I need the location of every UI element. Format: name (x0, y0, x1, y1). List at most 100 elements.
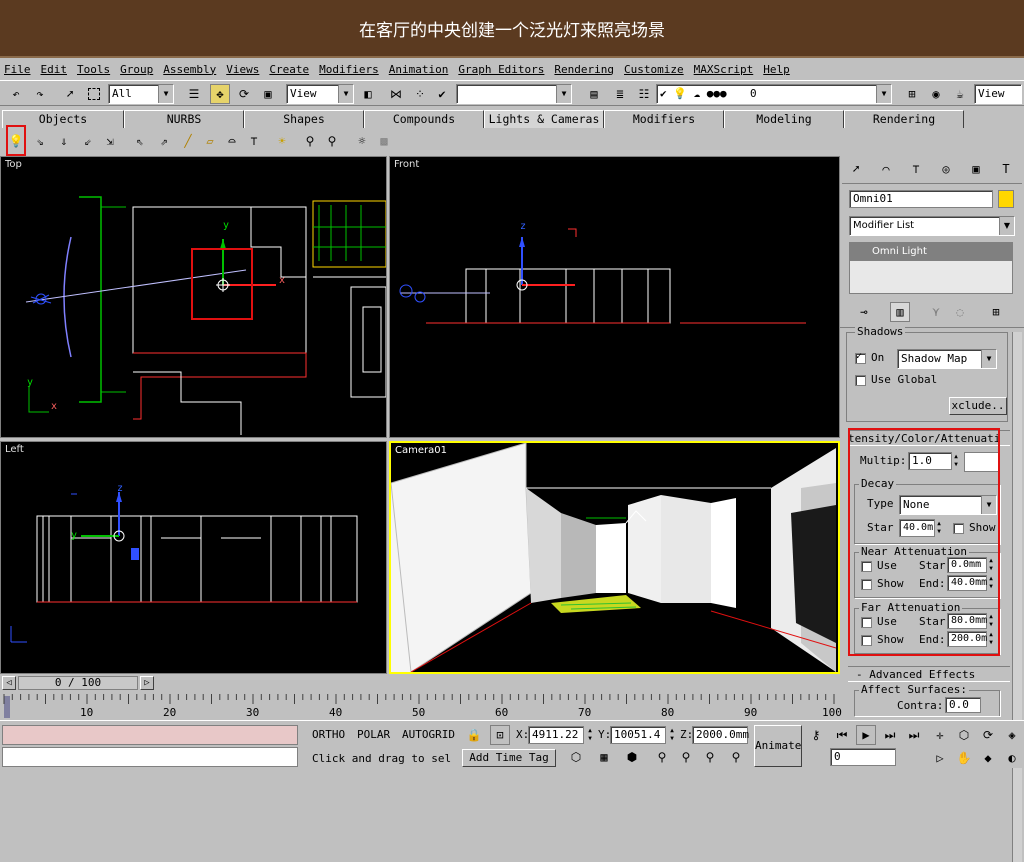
ies-sky-icon[interactable]: ⊤ (244, 131, 264, 151)
command-panel-scrollbar[interactable] (1012, 332, 1022, 862)
curve-editor-icon[interactable]: ☷ (634, 84, 654, 104)
menu-views[interactable]: Views (226, 63, 259, 76)
time-prev-icon[interactable]: ◁ (2, 676, 16, 690)
pin-stack-icon[interactable]: ⊸ (854, 302, 874, 322)
motion-tab-icon[interactable]: ◎ (936, 159, 956, 179)
tab-modeling[interactable]: Modeling (724, 110, 844, 128)
dolly-icon[interactable]: ▷ (930, 748, 950, 768)
target-spot-icon[interactable]: ⇘ (30, 131, 50, 151)
select-arrow-icon[interactable]: ➚ (60, 84, 80, 104)
add-time-tag-button[interactable]: Add Time Tag (462, 749, 556, 767)
hierarchy-tab-icon[interactable]: ⊤ (906, 159, 926, 179)
menu-file[interactable]: File (4, 63, 31, 76)
x-coord-field[interactable]: 4911.22 (528, 726, 584, 744)
maxscript-output-field[interactable] (2, 747, 298, 767)
track-bar[interactable]: 10 20 30 40 50 60 70 80 90 100 (0, 692, 842, 720)
free-spot-icon[interactable]: ⇓ (54, 131, 74, 151)
current-frame-field[interactable]: 0 (830, 748, 896, 766)
sunlight-icon[interactable]: ☀ (272, 131, 292, 151)
field-of-view-icon[interactable]: ◈ (1002, 725, 1022, 745)
goto-end-icon[interactable]: ⏭ (904, 725, 924, 745)
x-coord-spinner[interactable]: ▲ ▼ (586, 727, 594, 743)
object-name-field[interactable]: Omni01 (849, 190, 993, 208)
shadow-type-dropdown[interactable]: Shadow Map ▼ (897, 349, 997, 369)
free-direct-icon[interactable]: ⇲ (100, 131, 120, 151)
exclude-button[interactable]: xclude.. (949, 397, 1007, 415)
utilities-tab-icon[interactable]: T (996, 159, 1016, 179)
time-frame-counter[interactable]: 0 / 100 (18, 676, 138, 690)
selection-filter-dropdown[interactable]: All ▼ (108, 84, 174, 104)
menu-customize[interactable]: Customize (624, 63, 684, 76)
orbit-icon[interactable]: ⟳ (978, 725, 998, 745)
tab-shapes[interactable]: Shapes (244, 110, 364, 128)
tab-rendering[interactable]: Rendering (844, 110, 964, 128)
menu-tools[interactable]: Tools (77, 63, 110, 76)
spinner-snap-icon[interactable]: ⚲ (652, 747, 672, 767)
select-by-name-icon[interactable]: ☰ (184, 84, 204, 104)
zoom-icon[interactable]: ⚲ (676, 747, 696, 767)
lock-selection-icon[interactable]: 🔒 (464, 725, 484, 745)
menu-edit[interactable]: Edit (41, 63, 68, 76)
stack-item-omni-light[interactable]: Omni Light (850, 243, 1012, 261)
autogrid-toggle[interactable]: AUTOGRID (402, 728, 455, 741)
move-icon[interactable]: ✥ (210, 84, 230, 104)
mirror-icon[interactable]: ⋈ (386, 84, 406, 104)
display-tab-icon[interactable]: ▣ (966, 159, 986, 179)
roll-icon[interactable]: ◆ (978, 748, 998, 768)
target-direct-icon[interactable]: ⇙ (78, 131, 98, 151)
daylight-icon[interactable]: ☼ (352, 131, 372, 151)
render-teapot-icon[interactable]: ☕ (950, 84, 970, 104)
hand-pan-icon[interactable]: ✋ (954, 748, 974, 768)
key-icon[interactable]: ⚷ (806, 725, 826, 745)
y-coord-field[interactable]: 10051.4 (610, 726, 666, 744)
play-icon[interactable]: ▶ (856, 725, 876, 745)
pivot-icon[interactable]: ◧ (358, 84, 378, 104)
render-view-dropdown[interactable]: View (974, 84, 1022, 104)
menu-help[interactable]: Help (763, 63, 790, 76)
zoom-all-icon[interactable]: ⚲ (700, 747, 720, 767)
named-selection-dropdown[interactable]: ▼ (456, 84, 572, 104)
object-color-swatch[interactable] (998, 190, 1014, 208)
show-end-result-icon[interactable]: ▥ (890, 302, 910, 322)
time-slider[interactable]: ◁ 0 / 100 ▷ (0, 674, 160, 692)
modifier-list-dropdown[interactable]: Modifier List ▼ (849, 216, 1015, 236)
undo-icon[interactable]: ↶ (6, 84, 26, 104)
tab-lights-cameras[interactable]: Lights & Cameras (484, 110, 604, 128)
material-editor-icon[interactable]: ◉ (926, 84, 946, 104)
use-global-checkbox[interactable] (855, 375, 866, 386)
shadows-on-checkbox[interactable]: ✓ (855, 351, 866, 364)
target-camera-icon[interactable]: ⚲ (300, 131, 320, 151)
angle-snap-icon[interactable]: ▦ (594, 747, 614, 767)
advanced-effects-header[interactable]: - Advanced Effects (848, 666, 1010, 682)
redo-icon[interactable]: ↷ (30, 84, 50, 104)
z-coord-field[interactable]: 2000.0mm (692, 726, 749, 744)
pan-icon[interactable]: ✛ (930, 725, 950, 745)
menu-graph-editors[interactable]: Graph Editors (458, 63, 544, 76)
ies-sun-icon[interactable]: ⌓ (222, 131, 242, 151)
viewport-front[interactable]: Front z (389, 156, 840, 438)
time-next-icon[interactable]: ▷ (140, 676, 154, 690)
tab-compounds[interactable]: Compounds (364, 110, 484, 128)
viewport-top[interactable]: Top y x y x (0, 156, 387, 438)
area-light-icon[interactable]: ▱ (200, 131, 220, 151)
region-select-icon[interactable] (84, 84, 104, 104)
goto-start-icon[interactable]: ⏮ (832, 725, 852, 745)
tab-nurbs[interactable]: NURBS (124, 110, 244, 128)
contrast-field[interactable]: 0.0 (945, 697, 981, 713)
skylight-icon[interactable]: ⇖ (130, 131, 150, 151)
next-frame-icon[interactable]: ⏭ (880, 725, 900, 745)
modify-tab-icon[interactable]: ⌒ (876, 159, 896, 179)
maxscript-listener-field[interactable] (2, 725, 298, 745)
tab-modifiers[interactable]: Modifiers (604, 110, 724, 128)
y-coord-spinner[interactable]: ▲ ▼ (668, 727, 676, 743)
layers-icon[interactable]: ≣ (610, 84, 630, 104)
absolute-mode-icon[interactable]: ⊡ (490, 725, 510, 745)
maximize-viewport-icon[interactable]: ◐ (1002, 748, 1022, 768)
arc-rotate-icon[interactable]: ⬡ (954, 725, 974, 745)
menu-create[interactable]: Create (269, 63, 309, 76)
rotate-icon[interactable]: ⟳ (234, 84, 254, 104)
viewport-left[interactable]: Left z y (0, 441, 387, 674)
reference-coord-dropdown[interactable]: View ▼ (286, 84, 354, 104)
menu-assembly[interactable]: Assembly (163, 63, 216, 76)
align-icon[interactable]: ▤ (584, 84, 604, 104)
